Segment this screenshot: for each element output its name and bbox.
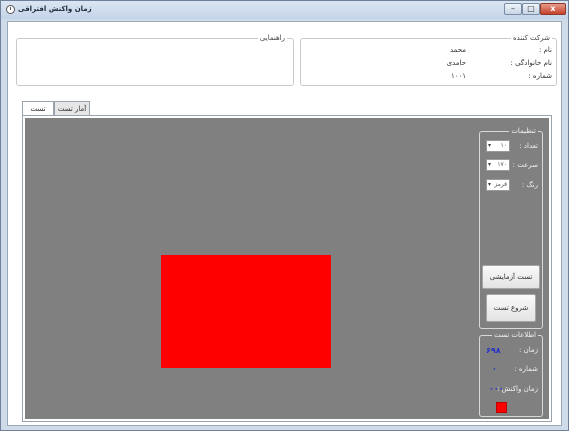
reaction-time-value: ۰۰۰	[489, 384, 504, 393]
time-value: ۶۹۸	[486, 346, 501, 355]
first-name-label: نام :	[539, 46, 552, 54]
trial-number-value: ۰	[492, 364, 497, 373]
tab-panel: تنظیمات تعداد : ▾ ۱۰ سرعت : ▾ ۱۷۰ رنگ : …	[22, 115, 552, 422]
trial-test-button[interactable]: تست آزمایشی	[482, 265, 540, 289]
minimize-button[interactable]: –	[504, 3, 522, 15]
guide-group-label: راهنمایی	[257, 34, 287, 42]
last-name-label: نام خانوادگی :	[510, 59, 552, 67]
test-info-group: اطلاعات تست زمان : ۶۹۸ شماره : ۰ زمان وا…	[479, 331, 543, 417]
stimulus-canvas[interactable]: تنظیمات تعداد : ▾ ۱۰ سرعت : ▾ ۱۷۰ رنگ : …	[25, 118, 549, 419]
participant-group: شرکت کننده نام : محمد نام خانوادگی : حام…	[300, 34, 557, 86]
app-window: زمان واکنش افتراقی – □ x راهنمایی شرکت ک…	[0, 0, 569, 431]
stimulus-rectangle	[161, 255, 331, 368]
participant-group-label: شرکت کننده	[510, 34, 552, 42]
time-label: زمان :	[519, 346, 538, 354]
color-select[interactable]: ▾ قرمز	[486, 179, 510, 191]
stimulus-color-swatch	[496, 402, 507, 413]
settings-group: تنظیمات تعداد : ▾ ۱۰ سرعت : ▾ ۱۷۰ رنگ : …	[479, 127, 543, 329]
number-label: شماره :	[528, 72, 552, 80]
window-title: زمان واکنش افتراقی	[18, 5, 92, 13]
clock-icon	[6, 5, 15, 14]
title-bar[interactable]: زمان واکنش افتراقی – □ x	[1, 1, 568, 19]
count-label: تعداد :	[519, 142, 538, 150]
guide-group: راهنمایی	[16, 34, 294, 86]
last-name-value: حامدی	[446, 59, 466, 67]
speed-select[interactable]: ▾ ۱۷۰	[486, 159, 510, 171]
test-info-group-label: اطلاعات تست	[492, 331, 538, 339]
first-name-value: محمد	[450, 46, 466, 54]
number-value: ۱۰۰۱	[450, 72, 466, 80]
close-button[interactable]: x	[540, 3, 566, 15]
tab-test-stats[interactable]: آمار تست	[54, 101, 90, 116]
chevron-down-icon: ▾	[488, 181, 492, 188]
count-select[interactable]: ▾ ۱۰	[486, 140, 510, 152]
settings-group-label: تنظیمات	[509, 127, 538, 135]
trial-number-label: شماره :	[514, 365, 538, 373]
speed-label: سرعت :	[512, 161, 538, 169]
color-label: رنگ :	[521, 181, 538, 189]
start-test-button[interactable]: شروع تست	[486, 294, 536, 322]
tab-test[interactable]: تست	[22, 101, 54, 116]
client-area: راهنمایی شرکت کننده نام : محمد نام خانوا…	[7, 21, 562, 426]
chevron-down-icon: ▾	[488, 161, 492, 168]
maximize-button[interactable]: □	[522, 3, 540, 15]
chevron-down-icon: ▾	[488, 142, 492, 149]
